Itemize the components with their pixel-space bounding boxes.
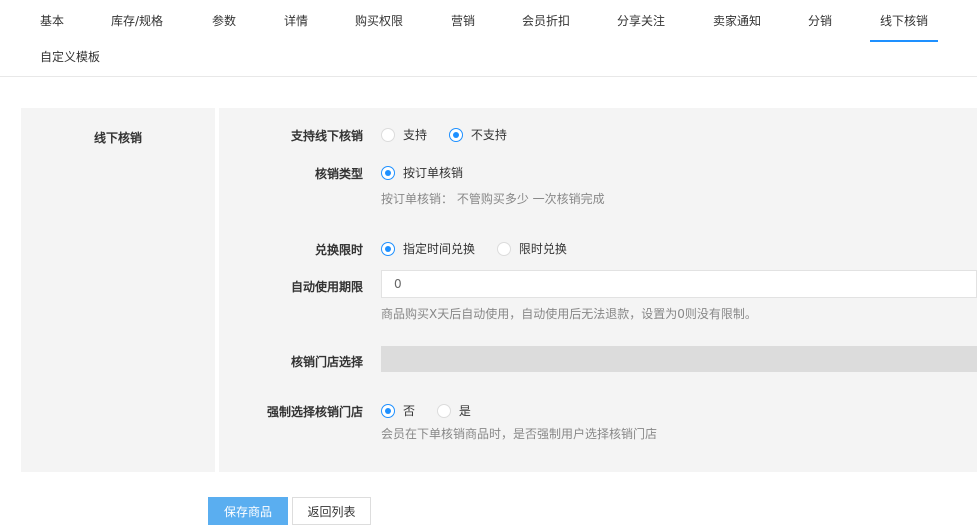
support-no-radio[interactable]: 不支持: [448, 126, 507, 143]
verify-type-options: 按订单核销: [381, 164, 481, 183]
exchange-fixed-time-label: 指定时间兑换: [403, 242, 476, 256]
tab-marketing[interactable]: 营销: [451, 8, 475, 36]
force-store-no-label: 否: [403, 404, 416, 418]
auto-use-hint: 商品购买X天后自动使用，自动使用后无法退款，设置为0则没有限制。: [381, 307, 757, 321]
exchange-limit-options: 指定时间兑换 限时兑换: [381, 240, 585, 259]
verify-type-label: 核销类型: [314, 167, 363, 181]
tab-seller-notify[interactable]: 卖家通知: [713, 8, 761, 36]
force-store-no-radio[interactable]: 否: [381, 402, 415, 419]
exchange-fixed-time-radio[interactable]: 指定时间兑换: [381, 240, 475, 257]
section-title: 线下核销: [93, 131, 142, 145]
save-product-button[interactable]: 保存商品: [208, 497, 288, 525]
store-select-label: 核销门店选择: [290, 355, 363, 369]
support-label: 支持线下核销: [290, 129, 363, 143]
row-verify-type: 核销类型 按订单核销: [219, 163, 977, 183]
section-sidebar: 线下核销: [21, 108, 215, 472]
tab-member-discount[interactable]: 会员折扣: [522, 8, 570, 36]
row-force-store: 强制选择核销门店 否 是: [219, 401, 977, 421]
verify-by-order-label: 按订单核销: [403, 166, 464, 180]
force-store-yes-radio[interactable]: 是: [436, 402, 471, 419]
radio-circle-icon: [381, 127, 395, 142]
exchange-time-limit-radio[interactable]: 限时兑换: [496, 240, 567, 257]
verify-by-order-radio[interactable]: 按订单核销: [381, 164, 463, 181]
radio-circle-icon: [496, 241, 511, 256]
force-store-options: 否 是: [381, 402, 489, 421]
support-yes-radio[interactable]: 支持: [381, 126, 427, 143]
auto-use-label: 自动使用期限: [290, 280, 363, 294]
back-to-list-button[interactable]: 返回列表: [292, 497, 371, 525]
radio-selected-icon: [381, 241, 395, 256]
row-verify-hint: 按订单核销： 不管购买多少 一次核销完成: [219, 190, 977, 206]
row-auto-use-hint: 商品购买X天后自动使用，自动使用后无法退款，设置为0则没有限制。: [219, 305, 977, 321]
support-options: 支持 不支持: [381, 126, 525, 145]
force-store-hint: 会员在下单核销商品时，是否强制用户选择核销门店: [381, 427, 658, 441]
force-store-label: 强制选择核销门店: [266, 405, 363, 419]
tab-offline-verify[interactable]: 线下核销: [869, 8, 939, 42]
radio-selected-icon: [381, 403, 395, 418]
auto-use-input[interactable]: 0: [381, 270, 977, 298]
radio-circle-icon: [436, 403, 451, 418]
verify-type-hint: 按订单核销： 不管购买多少 一次核销完成: [381, 192, 605, 206]
exchange-limit-label: 兑换限时: [314, 243, 363, 257]
tab-distribution[interactable]: 分销: [808, 8, 832, 36]
radio-selected-icon: [381, 165, 395, 180]
tab-custom-template[interactable]: 自定义模板: [40, 44, 100, 72]
row-support: 支持线下核销 支持 不支持: [219, 125, 977, 145]
tab-bar: 基本 库存/规格 参数 详情 购买权限 营销 会员折扣 分享关注 卖家通知 分销…: [0, 0, 977, 77]
tab-stock-spec[interactable]: 库存/规格: [111, 8, 163, 36]
radio-selected-icon: [448, 127, 463, 142]
support-yes-label: 支持: [403, 128, 428, 142]
tab-basic[interactable]: 基本: [40, 8, 64, 36]
force-store-yes-label: 是: [458, 404, 471, 418]
tab-details[interactable]: 详情: [284, 8, 308, 36]
row-force-store-hint: 会员在下单核销商品时，是否强制用户选择核销门店: [219, 425, 977, 441]
tab-params[interactable]: 参数: [212, 8, 236, 36]
exchange-time-limit-label: 限时兑换: [518, 242, 567, 256]
row-exchange-limit: 兑换限时 指定时间兑换 限时兑换: [219, 239, 977, 259]
support-no-label: 不支持: [470, 128, 507, 142]
tab-share-follow[interactable]: 分享关注: [617, 8, 665, 36]
tab-purchase-permission[interactable]: 购买权限: [355, 8, 403, 36]
store-select-field[interactable]: [381, 346, 977, 372]
